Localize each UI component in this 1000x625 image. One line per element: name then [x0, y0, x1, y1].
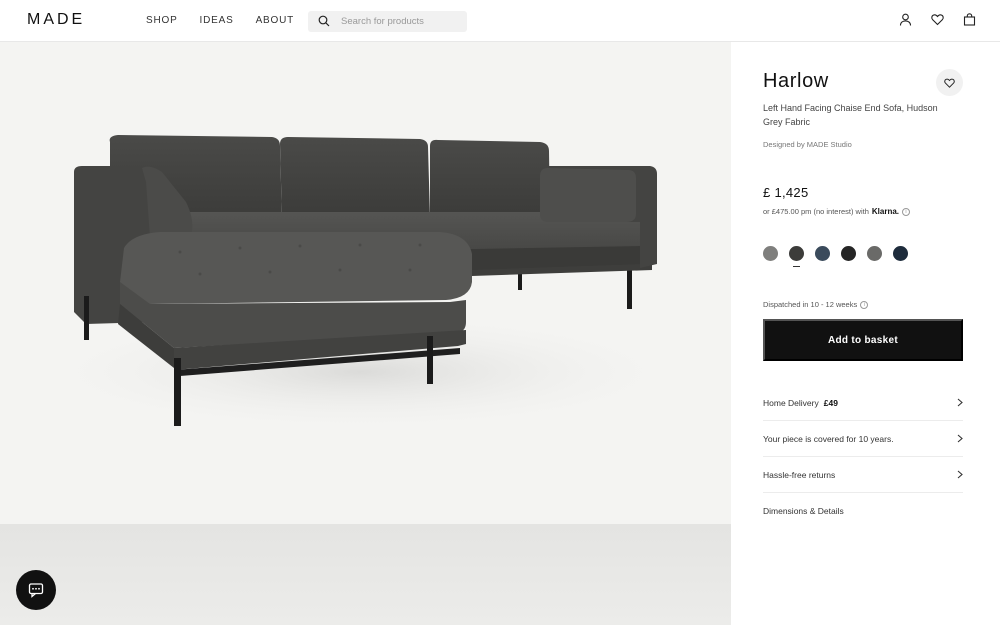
row-guarantee[interactable]: Your piece is covered for 10 years.	[763, 421, 963, 457]
nav-ideas[interactable]: IDEAS	[200, 15, 234, 26]
favourite-button[interactable]	[936, 69, 963, 96]
sofa-illustration	[30, 135, 690, 432]
chevron-right-icon	[957, 434, 963, 443]
wishlist-icon[interactable]	[931, 13, 944, 26]
designer-credit: Designed by MADE Studio	[763, 140, 852, 149]
chevron-right-icon	[957, 398, 963, 407]
klarna-logo: Klarna.	[871, 207, 900, 216]
swatch-black[interactable]	[841, 246, 856, 261]
search-input[interactable]	[341, 11, 461, 32]
nav-about[interactable]: ABOUT	[256, 15, 294, 26]
search-box[interactable]	[308, 11, 467, 32]
swatch-denim-blue[interactable]	[815, 246, 830, 261]
info-accordion: Home Delivery £49 Your piece is covered f…	[763, 385, 963, 529]
row-returns[interactable]: Hassle-free returns	[763, 457, 963, 493]
add-to-basket-button[interactable]: Add to basket	[763, 319, 963, 361]
row-label: Your piece is covered for 10 years.	[763, 433, 894, 444]
row-label: Home Delivery	[763, 397, 819, 408]
finance-info: or £475.00 pm (no interest) with Klarna.…	[763, 207, 911, 216]
account-icon[interactable]	[899, 13, 912, 26]
nav-shop[interactable]: SHOP	[146, 15, 178, 26]
row-label: Dimensions & Details	[763, 506, 844, 516]
row-home-delivery[interactable]: Home Delivery £49	[763, 385, 963, 421]
product-image-secondary[interactable]	[0, 524, 731, 625]
basket-icon[interactable]	[963, 13, 976, 26]
row-label: Hassle-free returns	[763, 469, 836, 480]
made-logo[interactable]: MADE	[27, 11, 85, 29]
product-image[interactable]	[0, 42, 731, 524]
product-title: Harlow	[763, 70, 829, 92]
chat-button[interactable]	[16, 570, 56, 610]
product-gallery	[0, 42, 731, 625]
row-value: £49	[823, 397, 838, 408]
product-subtitle: Left Hand Facing Chaise End Sofa, Hudson…	[763, 103, 938, 127]
swatch-mid-grey[interactable]	[867, 246, 882, 261]
colour-swatches	[763, 246, 908, 268]
swatch-hudson-grey[interactable]	[789, 246, 804, 268]
site-header: MADE SHOP IDEAS ABOUT	[0, 0, 1000, 42]
dispatch-text: Dispatched in 10 - 12 weeks	[763, 300, 858, 309]
info-icon[interactable]: i	[860, 300, 869, 309]
finance-text: or £475.00 pm (no interest) with	[763, 207, 869, 216]
header-icons	[899, 13, 976, 26]
swatch-navy[interactable]	[893, 246, 908, 261]
product-price: £ 1,425	[763, 185, 809, 200]
chevron-right-icon	[957, 470, 963, 479]
product-panel: Harlow Left Hand Facing Chaise End Sofa,…	[731, 42, 1000, 625]
row-dimensions[interactable]: Dimensions & Details	[763, 493, 963, 529]
search-icon	[318, 15, 330, 27]
main-nav: SHOP IDEAS ABOUT	[146, 15, 316, 26]
swatch-light-grey[interactable]	[763, 246, 778, 261]
dispatch-info: Dispatched in 10 - 12 weeks i	[763, 300, 869, 309]
info-icon[interactable]: i	[902, 207, 911, 216]
chat-icon	[28, 583, 44, 598]
heart-icon	[944, 78, 955, 88]
